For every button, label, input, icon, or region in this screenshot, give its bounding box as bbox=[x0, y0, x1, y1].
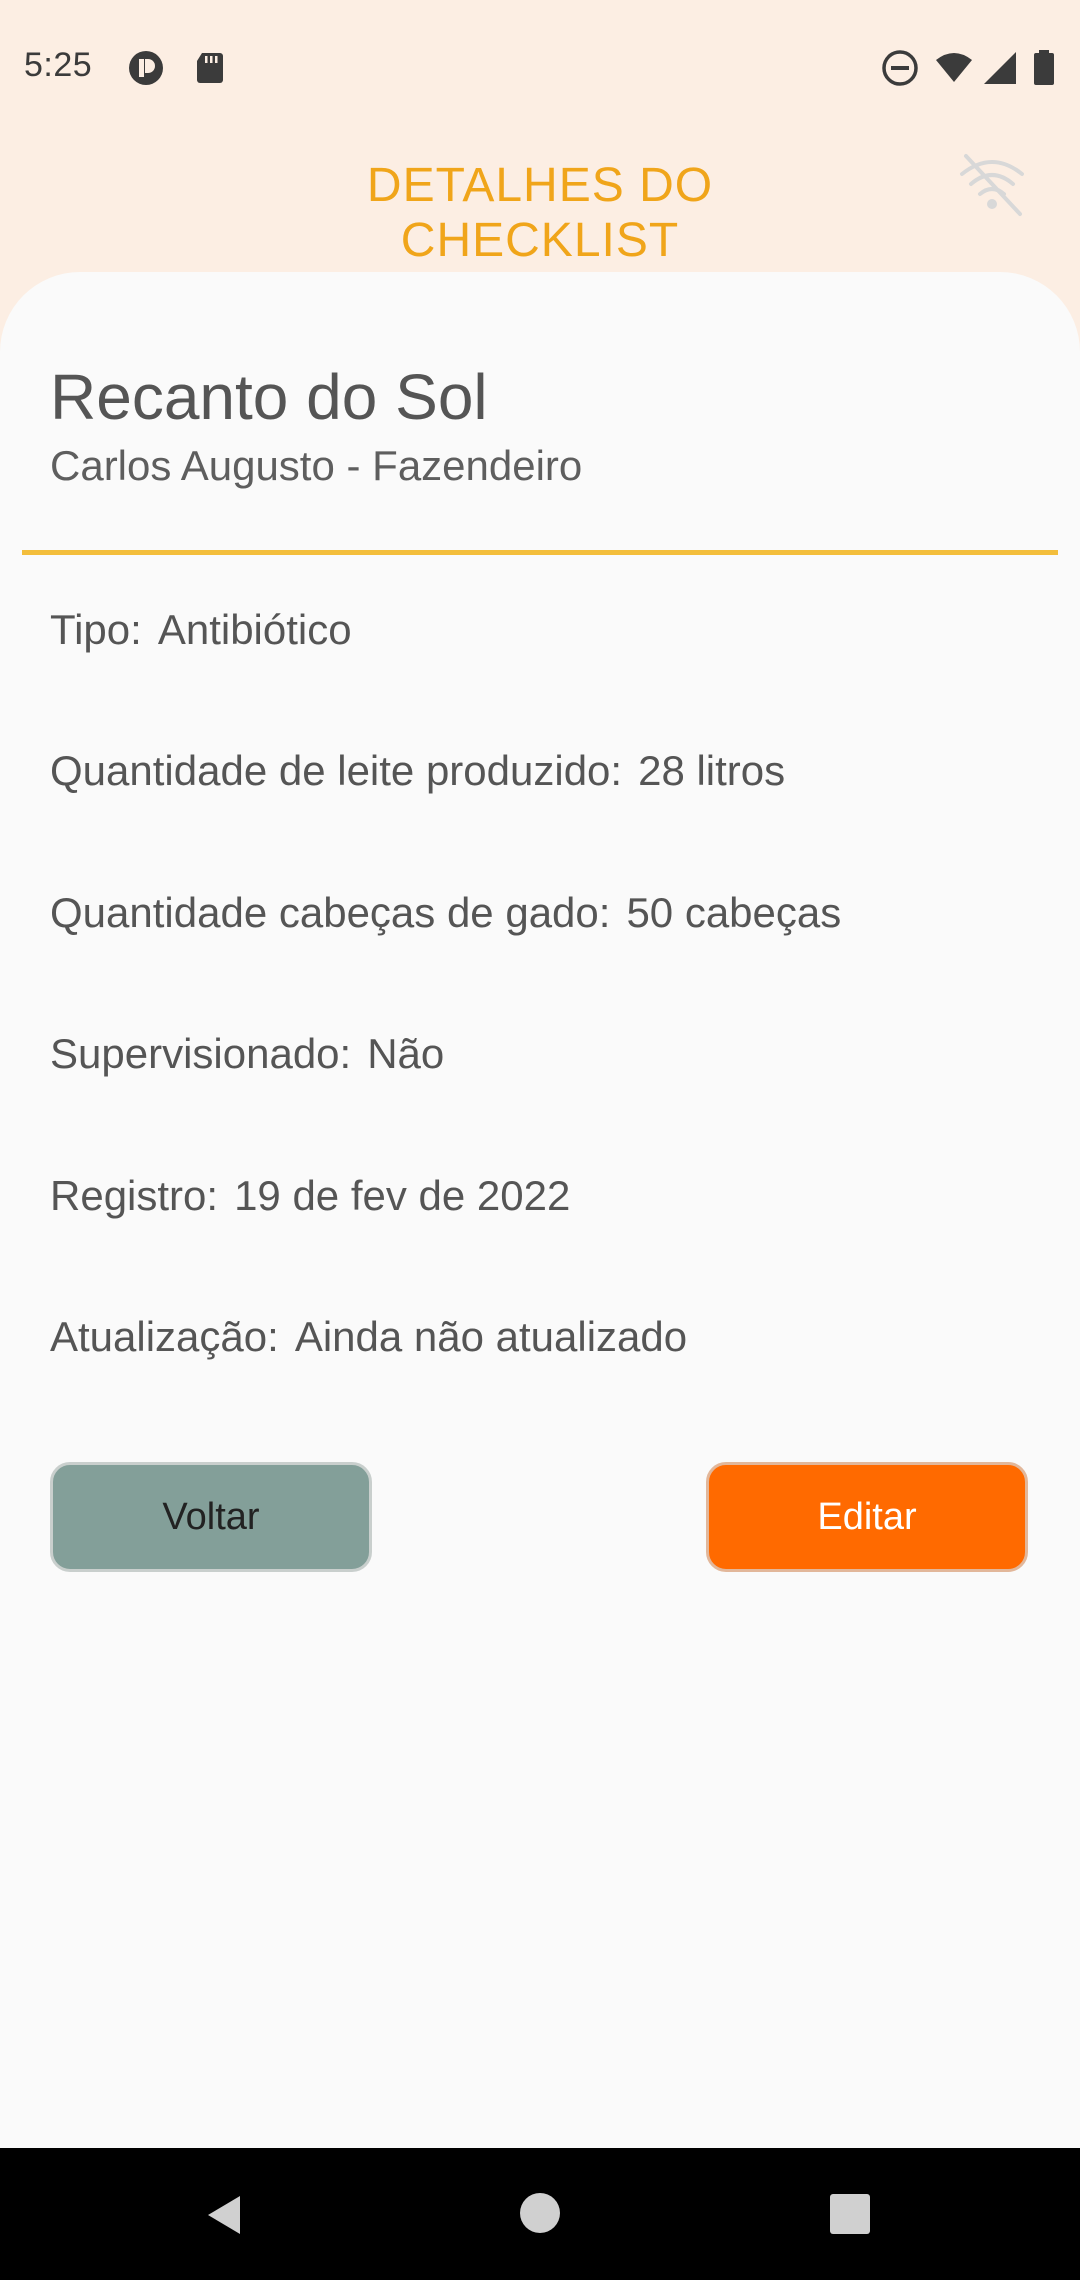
detail-registration: Registro: 19 de fev de 2022 bbox=[50, 1172, 570, 1220]
page-title: DETALHES DO CHECKLIST bbox=[366, 159, 714, 267]
detail-milk-quantity: Quantidade de leite produzido: 28 litros bbox=[50, 747, 785, 795]
detail-label: Quantidade cabeças de gado: bbox=[50, 889, 611, 936]
wifi-icon bbox=[936, 53, 972, 82]
detail-tipo: Tipo: Antibiótico bbox=[50, 606, 352, 654]
header: DETALHES DO CHECKLIST bbox=[240, 158, 840, 268]
cell-signal-icon bbox=[984, 52, 1016, 84]
edit-button[interactable]: Editar bbox=[706, 1462, 1028, 1572]
back-button[interactable]: Voltar bbox=[50, 1462, 372, 1572]
status-time: 5:25 bbox=[24, 46, 93, 84]
app-notification-icon bbox=[129, 51, 163, 85]
detail-value: Ainda não atualizado bbox=[294, 1313, 688, 1360]
detail-value: Antibiótico bbox=[157, 606, 352, 653]
sd-card-icon bbox=[197, 53, 223, 83]
detail-value: 50 cabeças bbox=[626, 889, 842, 936]
owner-name: Carlos Augusto - Fazendeiro bbox=[50, 442, 583, 489]
detail-supervised: Supervisionado: Não bbox=[50, 1030, 444, 1078]
detail-label: Quantidade de leite produzido: bbox=[50, 747, 623, 794]
detail-label: Supervisionado: bbox=[50, 1030, 352, 1077]
detail-value: 28 litros bbox=[638, 747, 786, 794]
detail-update: Atualização: Ainda não atualizado bbox=[50, 1313, 687, 1361]
nav-back-icon[interactable] bbox=[200, 2190, 250, 2240]
do-not-disturb-icon bbox=[882, 50, 918, 86]
detail-value: Não bbox=[367, 1030, 445, 1077]
detail-label: Atualização: bbox=[50, 1313, 279, 1360]
nav-recent-apps-icon[interactable] bbox=[828, 2192, 872, 2236]
detail-label: Tipo: bbox=[50, 606, 142, 653]
checklist-sheet: Recanto do Sol Carlos Augusto - Fazendei… bbox=[0, 272, 1080, 2148]
nav-home-icon[interactable] bbox=[517, 2190, 563, 2236]
detail-label: Registro: bbox=[50, 1172, 219, 1219]
detail-value: 19 de fev de 2022 bbox=[234, 1172, 571, 1219]
navigation-bar bbox=[0, 2148, 1080, 2280]
status-bar: 5:25 bbox=[0, 0, 1080, 136]
farm-name: Recanto do Sol bbox=[50, 361, 488, 433]
battery-icon bbox=[1034, 50, 1054, 85]
divider bbox=[22, 550, 1058, 555]
wifi-off-icon[interactable] bbox=[956, 148, 1028, 220]
detail-cattle-quantity: Quantidade cabeças de gado: 50 cabeças bbox=[50, 889, 841, 937]
